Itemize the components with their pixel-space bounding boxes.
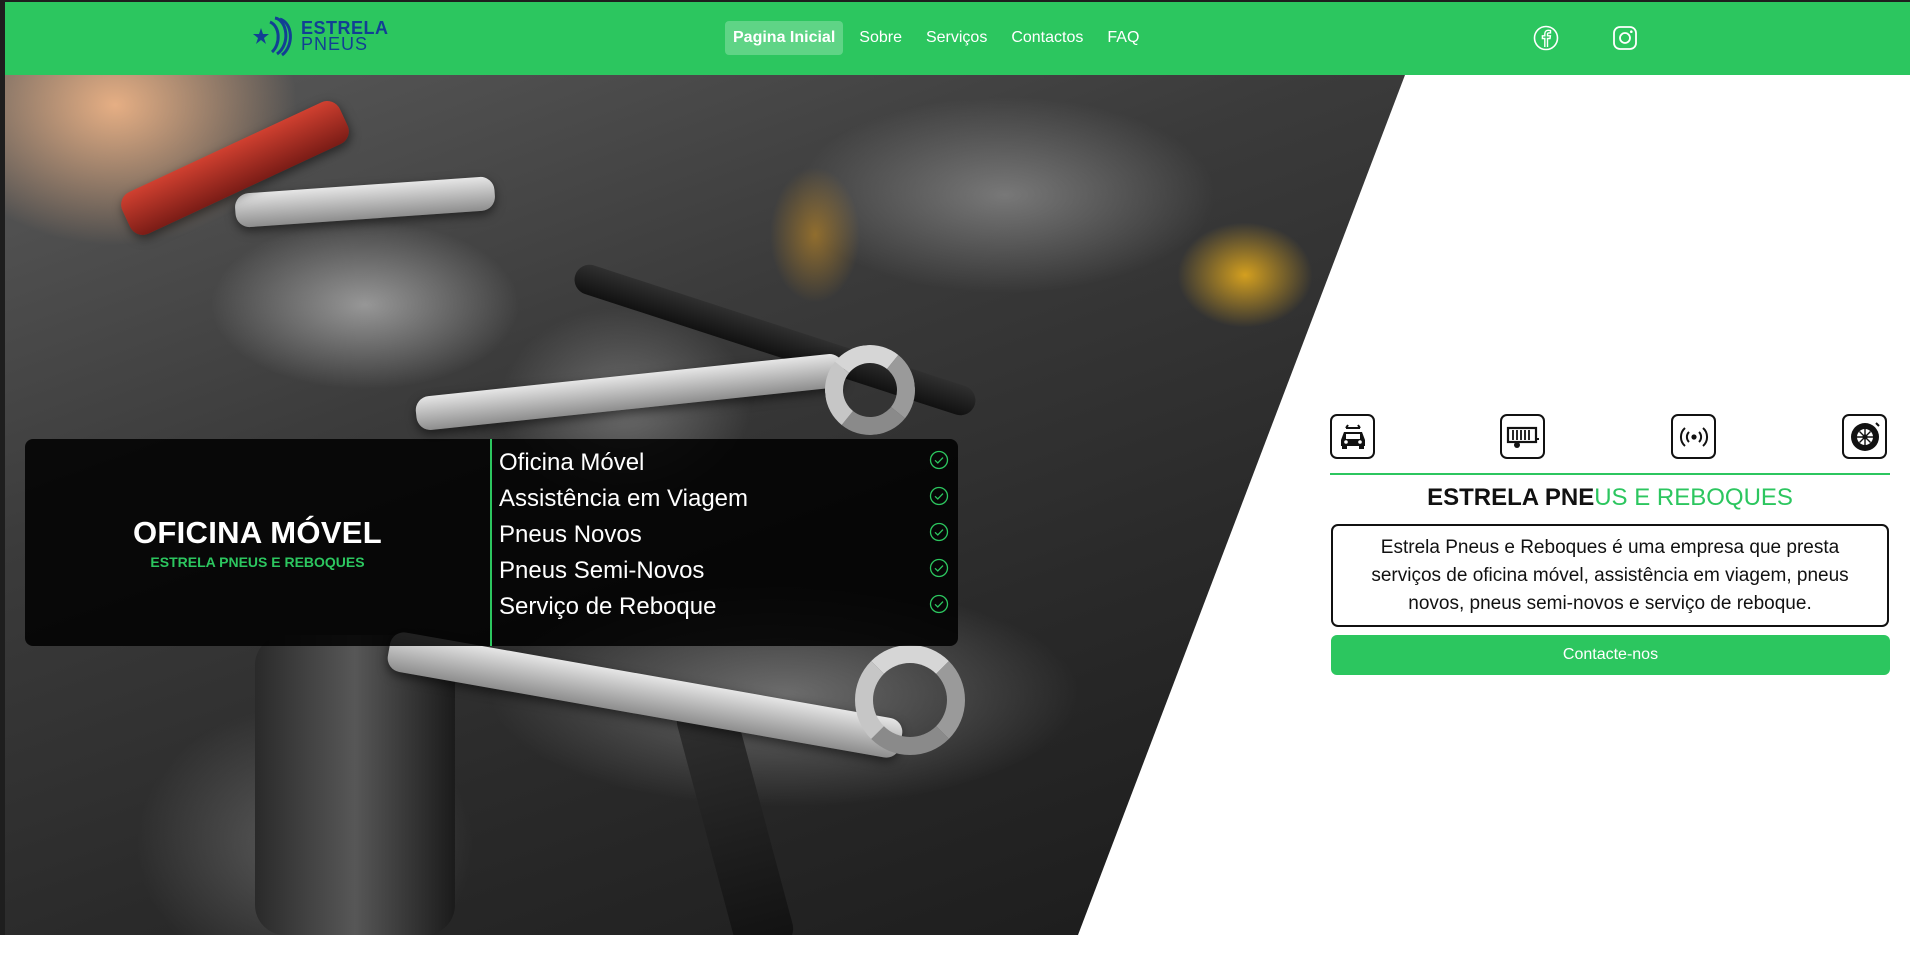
nav-item-contacts[interactable]: Contactos — [1003, 21, 1091, 55]
company-title: ESTRELA PNEUS E REBOQUES — [1330, 484, 1890, 512]
panel-divider — [490, 439, 492, 646]
main-nav: Pagina Inicial Sobre Serviços Contactos … — [725, 21, 1155, 55]
company-title-green: US E REBOQUES — [1594, 484, 1793, 511]
service-icons — [1330, 414, 1890, 464]
feature-label: Pneus Novos — [499, 521, 642, 548]
signal-icon — [1671, 414, 1716, 459]
brand-line2: PNEUS — [301, 34, 369, 54]
window-frame-top — [0, 0, 1910, 2]
feature-item: Serviço de Reboque — [499, 589, 949, 625]
feature-label: Assistência em Viagem — [499, 485, 748, 512]
description-text: Estrela Pneus e Reboques é uma empresa q… — [1371, 536, 1849, 614]
nav-item-about[interactable]: Sobre — [851, 21, 910, 55]
check-circle-icon — [929, 522, 949, 542]
nav-item-home[interactable]: Pagina Inicial — [725, 21, 844, 55]
feature-item: Assistência em Viagem — [499, 481, 949, 517]
company-description: Estrela Pneus e Reboques é uma empresa q… — [1331, 524, 1889, 627]
services-panel: OFICINA MÓVEL ESTRELA PNEUS E REBOQUES O… — [25, 439, 958, 646]
panel-heading: OFICINA MÓVEL ESTRELA PNEUS E REBOQUES — [25, 439, 490, 646]
feature-label: Serviço de Reboque — [499, 593, 717, 620]
section-divider — [1330, 473, 1890, 475]
navbar: ESTRELA PNEUS Pagina Inicial Sobre Servi… — [0, 0, 1910, 75]
star-tire-logo-icon — [253, 16, 292, 57]
window-frame-left — [0, 0, 5, 935]
check-circle-icon — [929, 486, 949, 506]
trailer-icon — [1500, 414, 1545, 459]
nav-item-services[interactable]: Serviços — [918, 21, 995, 55]
check-circle-icon — [929, 450, 949, 470]
company-title-dark: ESTRELA PNE — [1427, 484, 1595, 511]
hero-subtitle: ESTRELA PNEUS E REBOQUES — [150, 554, 365, 570]
feature-list: Oficina Móvel Assistência em Viagem Pneu… — [499, 445, 949, 625]
check-circle-icon — [929, 594, 949, 614]
feature-label: Pneus Semi-Novos — [499, 557, 705, 584]
feature-item: Pneus Novos — [499, 517, 949, 553]
brand-name: ESTRELA PNEUS — [301, 19, 389, 54]
nav-item-faq[interactable]: FAQ — [1099, 21, 1147, 55]
feature-item: Pneus Semi-Novos — [499, 553, 949, 589]
check-circle-icon — [929, 558, 949, 578]
brand-logo[interactable]: ESTRELA PNEUS — [253, 14, 389, 58]
instagram-icon[interactable] — [1612, 25, 1638, 51]
facebook-icon[interactable] — [1533, 25, 1559, 51]
car-icon — [1330, 414, 1375, 459]
contact-us-button[interactable]: Contacte-nos — [1331, 635, 1890, 675]
hero-title: OFICINA MÓVEL — [132, 515, 383, 550]
feature-item: Oficina Móvel — [499, 445, 949, 481]
tire-icon — [1842, 414, 1887, 459]
feature-label: Oficina Móvel — [499, 449, 645, 476]
